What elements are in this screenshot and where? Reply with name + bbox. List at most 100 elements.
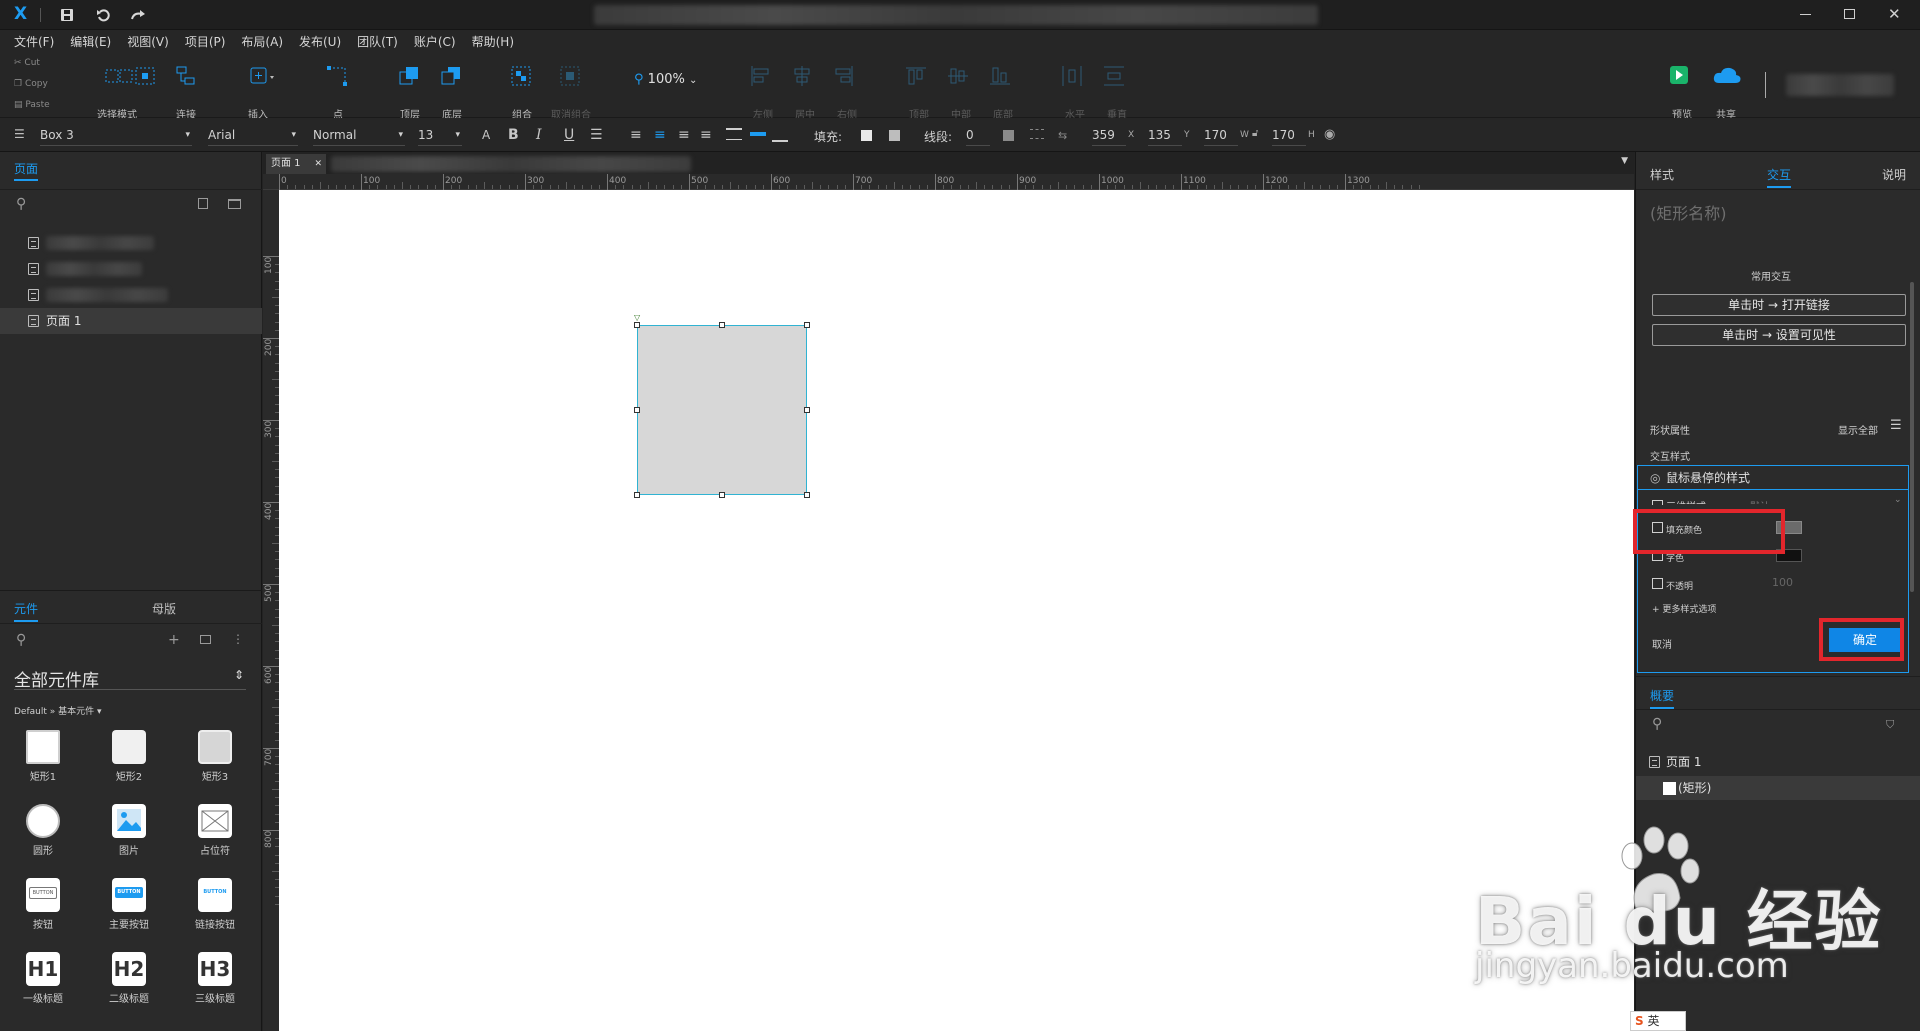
height-field[interactable]: 170 — [1272, 124, 1306, 146]
tab-interaction[interactable]: 交互 — [1767, 166, 1792, 188]
page-item-blurred-1[interactable] — [0, 230, 262, 256]
widget-image[interactable]: 图片 — [89, 804, 169, 857]
group-button[interactable]: 组合 — [502, 64, 542, 121]
paste-button[interactable]: ▤ Paste — [14, 100, 50, 110]
menu-team[interactable]: 团队(T) — [349, 30, 406, 54]
widget-rectangle1[interactable]: 矩形1 — [3, 730, 83, 783]
justify-icon[interactable]: ≡ — [700, 124, 712, 146]
resize-handle[interactable] — [719, 322, 725, 328]
cut-button[interactable]: ✂ Cut — [14, 58, 40, 68]
bring-to-front-button[interactable]: 顶层 — [390, 64, 430, 121]
outline-shape-item[interactable]: (矩形) — [1636, 776, 1920, 800]
line-color-swatch[interactable] — [1003, 130, 1014, 141]
shape-name-input[interactable]: (矩形名称) — [1650, 200, 1727, 224]
menu-project[interactable]: 项目(P) — [177, 30, 234, 54]
menu-account[interactable]: 账户(C) — [406, 30, 464, 54]
document-tab[interactable]: 页面 1 ✕ — [266, 154, 326, 174]
valign-top-icon[interactable] — [726, 128, 742, 140]
italic-icon[interactable]: I — [536, 124, 542, 146]
widget-primary-button[interactable]: BUTTON 主要按钮 — [89, 878, 169, 931]
resize-handle[interactable] — [634, 322, 640, 328]
x-field[interactable]: 359 — [1092, 124, 1126, 146]
rotate-handle-icon[interactable]: ▽ — [634, 313, 640, 322]
widget-heading3[interactable]: H3 三级标题 — [175, 952, 255, 1005]
opacity-checkbox[interactable] — [1652, 578, 1663, 589]
share-button[interactable]: 共享 — [1708, 64, 1744, 121]
align-top-button[interactable]: 顶部 — [904, 64, 934, 121]
design-canvas[interactable]: ▽ — [279, 190, 1634, 1031]
library-copy-icon[interactable] — [200, 635, 211, 644]
text-color-icon[interactable]: A — [482, 124, 490, 146]
selected-rectangle[interactable] — [637, 325, 807, 495]
add-library-icon[interactable]: + — [168, 632, 180, 648]
widget-button[interactable]: BUTTON 按钮 — [3, 878, 83, 931]
save-icon[interactable] — [60, 8, 74, 22]
ungroup-button[interactable]: 取消组合 — [546, 64, 596, 121]
tab-style[interactable]: 样式 — [1650, 166, 1674, 183]
tab-close-icon[interactable]: ✕ — [314, 154, 322, 174]
insert-button[interactable]: 插入 — [238, 64, 278, 121]
align-center-button[interactable]: 居中 — [790, 64, 820, 121]
widget-placeholder[interactable]: 占位符 — [175, 804, 255, 857]
list-icon[interactable]: ☰ — [590, 124, 603, 146]
ime-indicator[interactable]: S 英 — [1630, 1011, 1686, 1031]
resize-handle[interactable] — [804, 407, 810, 413]
add-page-icon[interactable] — [198, 198, 208, 209]
opacity-value[interactable]: 100 — [1772, 576, 1793, 589]
account-name-blurred[interactable] — [1786, 74, 1894, 96]
connect-button[interactable]: 连接 — [166, 64, 206, 121]
y-field[interactable]: 135 — [1148, 124, 1182, 146]
outline-tab[interactable]: 概要 — [1650, 687, 1675, 709]
click-set-visibility-button[interactable]: 单击时 → 设置可见性 — [1652, 324, 1906, 346]
page-item-blurred-3[interactable] — [0, 282, 262, 308]
library-select[interactable]: 全部元件库 ⇕ — [14, 666, 246, 691]
library-more-icon[interactable]: ⋮ — [232, 632, 244, 646]
align-middle-button[interactable]: 中部 — [946, 64, 976, 121]
filter-icon[interactable]: ⛉ — [1886, 718, 1894, 732]
copy-button[interactable]: ❐ Copy — [14, 79, 48, 89]
valign-middle-icon[interactable] — [750, 132, 766, 136]
menu-publish[interactable]: 发布(U) — [291, 30, 349, 54]
fill-color-swatch[interactable] — [861, 130, 872, 141]
resize-handle[interactable] — [634, 407, 640, 413]
partial-checkbox[interactable] — [1652, 500, 1663, 505]
resize-handle[interactable] — [719, 492, 725, 498]
valign-bottom-icon[interactable] — [772, 130, 788, 142]
menu-file[interactable]: 文件(F) — [6, 30, 62, 54]
align-bottom-button[interactable]: 底部 — [988, 64, 1018, 121]
chevron-down-icon[interactable]: ⌄ — [1894, 495, 1902, 505]
widget-heading2[interactable]: H2 二级标题 — [89, 952, 169, 1005]
widget-rectangle3[interactable]: 矩形3 — [175, 730, 255, 783]
outline-search-icon[interactable]: ⚲ — [1652, 716, 1662, 732]
align-text-center-icon[interactable]: ≡ — [654, 124, 666, 146]
distribute-vertical-button[interactable]: 垂直 — [1102, 64, 1132, 121]
widget-link-button[interactable]: BUTTON 链接按钮 — [175, 878, 255, 931]
widgets-search-icon[interactable]: ⚲ — [16, 632, 26, 648]
widgets-tab[interactable]: 元件 — [14, 600, 39, 622]
resize-handle[interactable] — [804, 492, 810, 498]
panel-scrollbar[interactable] — [1910, 282, 1914, 592]
minimize-icon[interactable] — [1800, 14, 1811, 15]
font-family-select[interactable]: Arial ▾ — [208, 124, 298, 146]
widget-rectangle2[interactable]: 矩形2 — [89, 730, 169, 783]
more-style-options-link[interactable]: + 更多样式选项 — [1652, 602, 1716, 615]
align-right-button[interactable]: 右侧 — [832, 64, 862, 121]
element-name-field[interactable]: Box 3 ▾ — [40, 124, 192, 146]
bold-icon[interactable]: B — [508, 124, 519, 146]
send-to-back-button[interactable]: 底层 — [432, 64, 472, 121]
page-item-blurred-2[interactable] — [0, 256, 262, 282]
line-arrow-icon[interactable]: ⇆ — [1058, 129, 1067, 142]
line-style-icon[interactable] — [1030, 129, 1044, 139]
width-field[interactable]: 170 — [1204, 124, 1238, 146]
redo-icon[interactable] — [130, 8, 146, 22]
zoom-control[interactable]: ⚲ 100% ⌄ — [634, 72, 697, 87]
preview-button[interactable]: 预览 — [1667, 64, 1697, 121]
undo-icon[interactable] — [96, 8, 110, 22]
close-icon[interactable]: ✕ — [1888, 5, 1901, 23]
tab-overflow-icon[interactable]: ▼ — [1621, 156, 1628, 166]
add-folder-icon[interactable] — [228, 199, 241, 209]
point-button[interactable]: 点 — [318, 64, 358, 121]
hover-style-header[interactable]: ◎ 鼠标悬停的样式 — [1638, 466, 1908, 490]
masters-tab[interactable]: 母版 — [152, 600, 176, 617]
align-text-left-icon[interactable]: ≡ — [630, 124, 642, 146]
